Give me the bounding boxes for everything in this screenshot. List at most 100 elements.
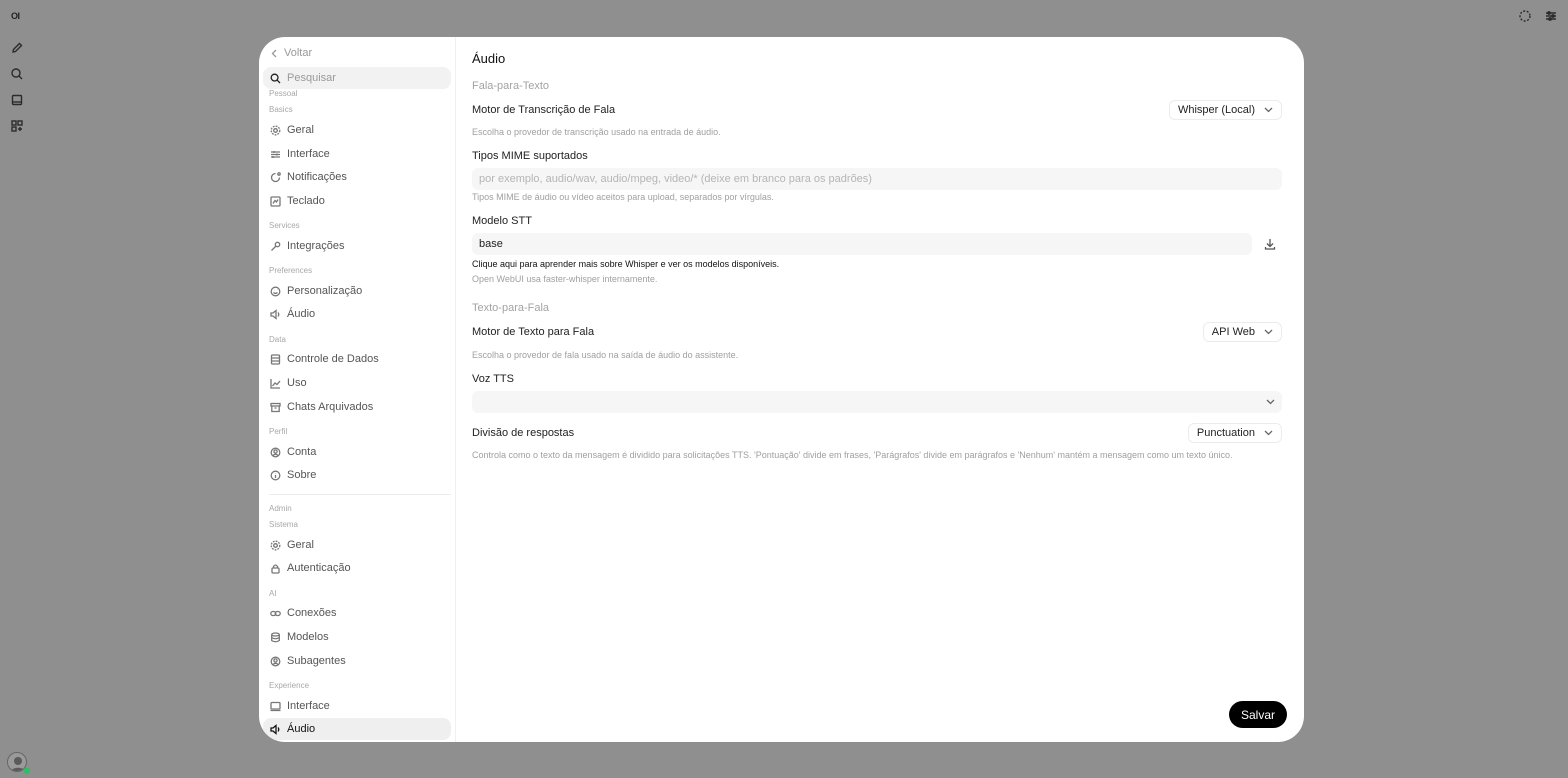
chart-line-icon (270, 378, 281, 389)
stt-engine-value: Whisper (Local) (1177, 104, 1255, 116)
page-title: Áudio (472, 51, 506, 66)
stt-engine-select[interactable]: Whisper (Local) (1168, 100, 1282, 120)
speaker-icon (270, 723, 281, 735)
chevron-down-icon (1264, 430, 1273, 436)
split-hint: Controla como o texto da mensagem é divi… (472, 450, 1233, 460)
lock-icon (270, 563, 281, 574)
agent-icon (270, 656, 281, 667)
temporary-chat-icon[interactable] (1518, 9, 1532, 23)
sidebar-item-label: Conexões (287, 607, 337, 619)
tts-voice-label: Voz TTS (472, 373, 514, 385)
sidebar-item-personalizacao[interactable]: Personalização (267, 281, 451, 301)
search-placeholder: Pesquisar (287, 72, 336, 84)
sidebar-item-exp-interface[interactable]: Interface (267, 696, 451, 716)
stt-engine-hint: Escolha o provedor de transcrição usado … (472, 127, 721, 137)
sidebar-item-audio[interactable]: Áudio (267, 304, 451, 324)
section-personal: Pessoal (269, 89, 298, 98)
split-label: Divisão de respostas (472, 427, 575, 439)
app-rail: OI (0, 0, 34, 778)
stt-model-input[interactable] (472, 233, 1252, 255)
sidebar-item-label: Controle de Dados (287, 353, 379, 365)
new-chat-icon[interactable] (10, 41, 24, 55)
info-icon (270, 470, 281, 481)
controls-icon[interactable] (1544, 9, 1558, 23)
sidebar-item-autenticacao[interactable]: Autenticação (267, 558, 451, 578)
group-preferences: Preferences (269, 266, 313, 275)
gear-icon (270, 125, 281, 136)
sidebar-item-label: Chats Arquivados (287, 401, 374, 413)
group-ai: AI (269, 589, 277, 598)
tts-engine-label: Motor de Texto para Fala (472, 326, 595, 338)
settings-content: Áudio Fala-para-Texto Motor de Transcriç… (472, 37, 1282, 742)
whisper-models-link[interactable]: Clique aqui para aprender mais sobre Whi… (472, 259, 779, 269)
group-services: Services (269, 221, 300, 230)
split-select[interactable]: Punctuation (1187, 423, 1282, 443)
chevron-down-icon (1266, 399, 1275, 405)
sidebar-item-label: Sobre (287, 469, 317, 481)
tts-engine-value: API Web (1211, 326, 1255, 338)
online-status-dot (24, 768, 30, 774)
link-icon (270, 608, 281, 619)
sidebar-item-label: Interface (287, 700, 330, 712)
speaker-icon (270, 308, 281, 320)
stt-model-hint: Open WebUI usa faster-whisper internamen… (472, 274, 658, 284)
sidebar-item-controle-dados[interactable]: Controle de Dados (267, 349, 451, 369)
split-value: Punctuation (1196, 427, 1255, 439)
save-button[interactable]: Salvar (1228, 701, 1287, 728)
keyboard-icon (270, 195, 281, 207)
sidebar-item-teclado[interactable]: Teclado (267, 191, 451, 211)
sidebar-item-geral[interactable]: Geral (267, 120, 451, 140)
archive-icon (270, 402, 281, 413)
settings-search[interactable]: Pesquisar (263, 67, 451, 89)
group-data: Data (269, 335, 286, 344)
sidebar-item-notificacoes[interactable]: Notificações (267, 167, 451, 187)
database-icon (270, 353, 281, 365)
sidebar-divider (269, 494, 451, 495)
sidebar-item-label: Geral (287, 539, 314, 551)
sidebar-item-conta[interactable]: Conta (267, 442, 451, 462)
download-icon[interactable] (1263, 237, 1277, 251)
mime-types-input[interactable] (472, 168, 1282, 190)
sliders-icon (270, 149, 281, 160)
sidebar-item-label: Personalização (287, 285, 363, 297)
search-icon (270, 73, 281, 84)
group-profile: Perfil (269, 427, 288, 436)
search-icon[interactable] (10, 67, 24, 81)
sidebar-item-modelos[interactable]: Modelos (267, 627, 451, 647)
sidebar-item-uso[interactable]: Uso (267, 373, 451, 393)
sidebar-item-exp-audio[interactable]: Áudio (263, 718, 451, 740)
wrench-icon (270, 241, 281, 252)
stt-heading: Fala-para-Texto (472, 80, 550, 92)
workspace-icon[interactable] (10, 119, 24, 133)
back-button[interactable]: Voltar (271, 45, 312, 61)
sidebar-item-conexoes[interactable]: Conexões (267, 603, 451, 623)
chevron-down-icon (1264, 107, 1273, 113)
gear-icon (270, 540, 281, 551)
notification-icon (270, 171, 281, 183)
group-basics: Basics (269, 105, 293, 114)
smile-icon (270, 286, 281, 297)
sidebar-item-interface[interactable]: Interface (267, 144, 451, 164)
user-circle-icon (270, 447, 281, 458)
sidebar-item-label: Áudio (287, 308, 316, 320)
section-admin: Admin (269, 504, 292, 513)
sidebar-item-subagentes[interactable]: Subagentes (267, 651, 451, 671)
monitor-icon (270, 701, 281, 712)
tts-engine-hint: Escolha o provedor de fala usado na saíd… (472, 350, 739, 360)
stt-model-label: Modelo STT (472, 215, 532, 227)
tts-voice-select[interactable] (472, 391, 1282, 413)
models-icon (270, 631, 281, 643)
sidebar-item-label: Geral (287, 124, 314, 136)
mime-hint: Tipos MIME de áudio ou vídeo aceitos par… (472, 192, 774, 202)
sidebar-item-integracoes[interactable]: Integrações (267, 236, 451, 256)
sidebar-item-admin-geral[interactable]: Geral (267, 535, 451, 555)
tts-engine-select[interactable]: API Web (1202, 322, 1282, 342)
tts-heading: Texto-para-Fala (472, 302, 550, 314)
back-label: Voltar (284, 47, 313, 59)
notes-icon[interactable] (10, 93, 24, 107)
sidebar-item-sobre[interactable]: Sobre (267, 465, 451, 485)
sidebar-item-chats-arquivados[interactable]: Chats Arquivados (267, 397, 451, 417)
app-logo[interactable]: OI (11, 11, 20, 21)
chevron-left-icon (271, 49, 278, 58)
sidebar-item-label: Notificações (287, 171, 347, 183)
